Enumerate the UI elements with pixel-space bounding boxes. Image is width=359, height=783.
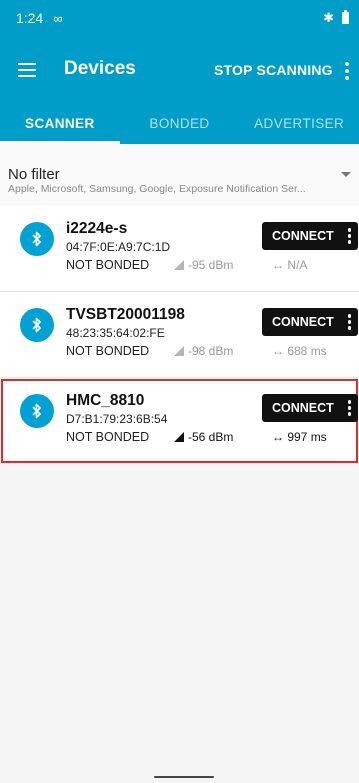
rssi-value: -98 dBm <box>174 344 233 358</box>
device-name: i2224e-s <box>66 220 128 237</box>
menu-icon[interactable] <box>18 63 36 77</box>
advertising-interval: ↔ 688 ms <box>272 344 327 358</box>
advertising-interval: ↔ 997 ms <box>272 430 327 444</box>
device-row[interactable]: TVSBT20001198 48:23:35:64:02:FE NOT BOND… <box>0 292 359 378</box>
chevron-down-icon <box>341 172 351 177</box>
device-mac: D7:B1:79:23:6B:54 <box>66 412 168 426</box>
filter-dropdown[interactable]: No filter Apple, Microsoft, Samsung, Goo… <box>0 144 359 206</box>
more-options-icon[interactable] <box>347 314 351 330</box>
device-mac: 48:23:35:64:02:FE <box>66 326 165 340</box>
tab-advertiser[interactable]: ADVERTISER <box>239 106 359 144</box>
tab-bar: SCANNER BONDED ADVERTISER <box>0 106 359 144</box>
connect-button[interactable]: CONNECT <box>262 394 358 422</box>
device-row[interactable]: i2224e-s 04:7F:0E:A9:7C:1D NOT BONDED -9… <box>0 206 359 292</box>
battery-icon <box>342 10 349 24</box>
device-name: TVSBT20001198 <box>66 306 185 323</box>
signal-icon <box>174 432 184 442</box>
more-options-icon[interactable] <box>347 228 351 244</box>
bond-state: NOT BONDED <box>66 258 150 272</box>
connect-button[interactable]: CONNECT <box>262 308 358 336</box>
device-name: HMC_8810 <box>66 392 145 409</box>
stop-scanning-button[interactable]: STOP SCANNING <box>214 62 333 78</box>
tab-scanner[interactable]: SCANNER <box>0 106 120 144</box>
device-list: i2224e-s 04:7F:0E:A9:7C:1D NOT BONDED -9… <box>0 206 359 464</box>
overflow-menu-icon[interactable] <box>341 56 353 86</box>
rssi-text: -95 dBm <box>188 258 234 272</box>
bluetooth-status-icon: ✱ <box>323 10 334 25</box>
filter-title: No filter <box>8 166 60 183</box>
page-title: Devices <box>64 58 136 79</box>
rssi-value: -95 dBm <box>174 258 233 272</box>
status-right: ✱ <box>323 10 349 26</box>
bond-state: NOT BONDED <box>66 430 150 444</box>
device-mac: 04:7F:0E:A9:7C:1D <box>66 240 171 254</box>
connect-button[interactable]: CONNECT <box>262 222 358 250</box>
filter-subtitle: Apple, Microsoft, Samsung, Google, Expos… <box>8 183 306 195</box>
more-options-icon[interactable] <box>347 400 351 416</box>
connect-label: CONNECT <box>272 229 334 243</box>
rssi-value: -56 dBm <box>174 430 233 444</box>
bluetooth-icon <box>20 394 54 428</box>
home-indicator[interactable] <box>154 776 214 778</box>
status-bar: 1:24 ∞ ✱ <box>0 0 359 36</box>
bluetooth-icon <box>20 308 54 342</box>
signal-icon <box>174 260 184 270</box>
rssi-text: -98 dBm <box>188 344 234 358</box>
bond-state: NOT BONDED <box>66 344 150 358</box>
tab-bonded[interactable]: BONDED <box>120 106 240 144</box>
signal-icon <box>174 346 184 356</box>
bluetooth-icon <box>20 222 54 256</box>
connect-label: CONNECT <box>272 401 334 415</box>
connect-label: CONNECT <box>272 315 334 329</box>
status-time: 1:24 <box>16 10 44 26</box>
rssi-text: -56 dBm <box>188 430 234 444</box>
device-row[interactable]: HMC_8810 D7:B1:79:23:6B:54 NOT BONDED -5… <box>0 378 359 464</box>
app-bar: Devices STOP SCANNING <box>0 36 359 106</box>
advertising-interval: ↔ N/A <box>272 258 308 272</box>
link-icon: ∞ <box>53 10 63 26</box>
